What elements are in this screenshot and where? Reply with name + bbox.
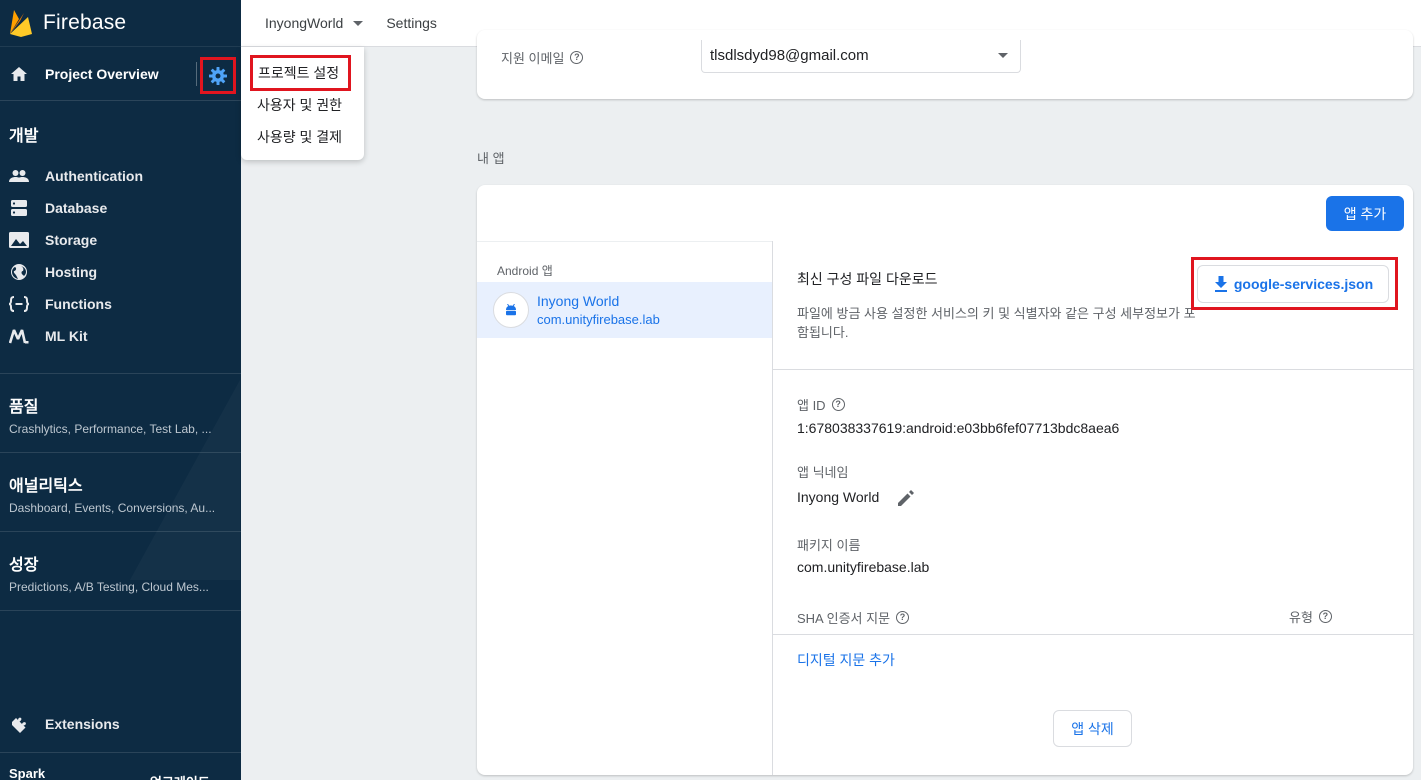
puzzle-icon	[9, 714, 29, 734]
database-icon	[9, 198, 29, 218]
develop-heading: 개발	[9, 128, 39, 145]
settings-gear-button[interactable]	[200, 57, 236, 94]
app-id-label: 앱 ID ?	[797, 395, 845, 414]
group-title: 품질	[9, 399, 39, 416]
app-details: 최신 구성 파일 다운로드 파일에 방금 사용 설정한 서비스의 키 및 식별자…	[773, 241, 1413, 775]
home-icon	[11, 66, 27, 81]
download-config-description: 파일에 방금 사용 설정한 서비스의 키 및 식별자와 같은 구성 세부정보가 …	[797, 306, 1196, 340]
help-icon[interactable]: ?	[831, 398, 845, 411]
plan-name: Spark	[9, 766, 46, 780]
sidebar-item-label: Functions	[45, 296, 112, 312]
download-icon	[1214, 276, 1227, 292]
project-overview-label: Project Overview	[45, 65, 159, 82]
gear-icon	[209, 66, 227, 85]
sha-fingerprint-label: SHA 인증서 지문 ?	[797, 608, 910, 627]
sidebar-item-authentication[interactable]: Authentication	[0, 162, 241, 190]
sidebar-item-label: Extensions	[45, 716, 120, 732]
sidebar-item-functions[interactable]: Functions	[0, 290, 241, 318]
group-subtitle: Predictions, A/B Testing, Cloud Mes...	[9, 580, 209, 594]
divider	[0, 610, 241, 611]
mlkit-icon	[9, 326, 29, 346]
group-title: 성장	[9, 557, 39, 574]
people-icon	[9, 166, 29, 186]
group-subtitle: Crashlytics, Performance, Test Lab, ...	[9, 422, 212, 436]
image-icon	[9, 230, 29, 250]
chevron-down-icon	[998, 53, 1008, 58]
sidebar-item-label: ML Kit	[45, 328, 88, 344]
upgrade-button[interactable]: 업그레이드	[150, 772, 210, 780]
android-apps-heading: Android 앱	[497, 264, 553, 278]
help-icon[interactable]: ?	[896, 611, 910, 624]
edit-pencil-icon[interactable]	[895, 487, 917, 509]
sidebar-item-database[interactable]: Database	[0, 194, 241, 222]
breadcrumb-settings[interactable]: Settings	[386, 15, 437, 31]
app-list: Android 앱 Inyong World com.unityfirebase…	[477, 241, 773, 775]
group-title: 애널리틱스	[9, 478, 83, 495]
add-app-button[interactable]: 앱 추가	[1326, 196, 1404, 231]
type-label: 유형 ?	[1289, 607, 1332, 626]
app-nickname-label: 앱 닉네임	[797, 465, 849, 480]
project-name: InyongWorld	[265, 15, 344, 31]
brand[interactable]: Firebase	[0, 0, 241, 46]
sidebar-item-ml-kit[interactable]: ML Kit	[0, 322, 241, 350]
firebase-logo-icon	[10, 10, 32, 37]
sidebar-group-quality[interactable]: 품질 Crashlytics, Performance, Test Lab, .…	[0, 373, 241, 452]
brand-name: Firebase	[43, 11, 127, 34]
support-email-select[interactable]: tlsdlsdyd98@gmail.com	[701, 40, 1021, 73]
divider	[773, 369, 1413, 370]
group-subtitle: Dashboard, Events, Conversions, Au...	[9, 501, 216, 515]
menu-item-users-permissions[interactable]: 사용자 및 권한	[257, 95, 342, 115]
app-list-item[interactable]: Inyong World com.unityfirebase.lab	[477, 282, 772, 338]
help-icon[interactable]: ?	[1318, 610, 1332, 623]
menu-item-usage-billing[interactable]: 사용량 및 결제	[257, 127, 342, 147]
divider	[773, 634, 1413, 635]
android-icon	[493, 292, 529, 328]
sidebar-item-label: Storage	[45, 232, 98, 248]
sidebar-item-label: Database	[45, 200, 108, 216]
sidebar-group-grow[interactable]: 성장 Predictions, A/B Testing, Cloud Mes..…	[0, 531, 241, 610]
functions-icon	[9, 294, 29, 314]
app-package: com.unityfirebase.lab	[537, 312, 660, 327]
divider	[0, 752, 241, 753]
sidebar-item-label: Hosting	[45, 264, 98, 280]
app-name: Inyong World	[537, 293, 620, 309]
package-name-value: com.unityfirebase.lab	[797, 559, 930, 575]
app-id-value: 1:678038337619:android:e03bb6fef07713bdc…	[797, 420, 1120, 436]
delete-app-button[interactable]: 앱 삭제	[1053, 710, 1132, 747]
add-fingerprint-link[interactable]: 디지털 지문 추가	[797, 650, 895, 670]
type-label-text: 유형	[1289, 610, 1313, 625]
download-config-button[interactable]: google-services.json	[1197, 265, 1389, 303]
package-name-label: 패키지 이름	[797, 538, 861, 553]
globe-icon	[9, 262, 29, 282]
help-icon[interactable]: ?	[570, 51, 584, 64]
sha-fingerprint-label-text: SHA 인증서 지문	[797, 611, 891, 626]
sidebar-item-storage[interactable]: Storage	[0, 226, 241, 254]
download-config-title: 최신 구성 파일 다운로드	[797, 271, 938, 287]
chevron-down-icon	[353, 20, 364, 26]
highlight-box	[250, 55, 351, 91]
divider	[196, 62, 197, 86]
sidebar-item-hosting[interactable]: Hosting	[0, 258, 241, 286]
app-id-label-text: 앱 ID	[797, 398, 826, 413]
project-selector[interactable]: InyongWorld	[265, 15, 364, 31]
sidebar-item-extensions[interactable]: Extensions	[0, 710, 241, 738]
sidebar: Firebase Project Overview 개발 Authenticat…	[0, 0, 241, 780]
my-apps-card: 앱 추가 Android 앱 Inyong World com.unityfir…	[477, 185, 1413, 775]
support-email-value: tlsdlsdyd98@gmail.com	[710, 47, 869, 64]
settings-menu: 프로젝트 설정 사용자 및 권한 사용량 및 결제	[241, 47, 364, 160]
support-email-label-text: 지원 이메일	[501, 51, 565, 66]
sidebar-item-label: Authentication	[45, 168, 143, 184]
project-settings-card: 지원 이메일 ? tlsdlsdyd98@gmail.com	[477, 30, 1413, 99]
sidebar-group-analytics[interactable]: 애널리틱스 Dashboard, Events, Conversions, Au…	[0, 452, 241, 531]
download-config-button-label: google-services.json	[1233, 276, 1374, 292]
my-apps-heading: 내 앱	[477, 151, 505, 166]
app-nickname-value: Inyong World	[797, 489, 880, 505]
support-email-label: 지원 이메일 ?	[501, 48, 584, 67]
